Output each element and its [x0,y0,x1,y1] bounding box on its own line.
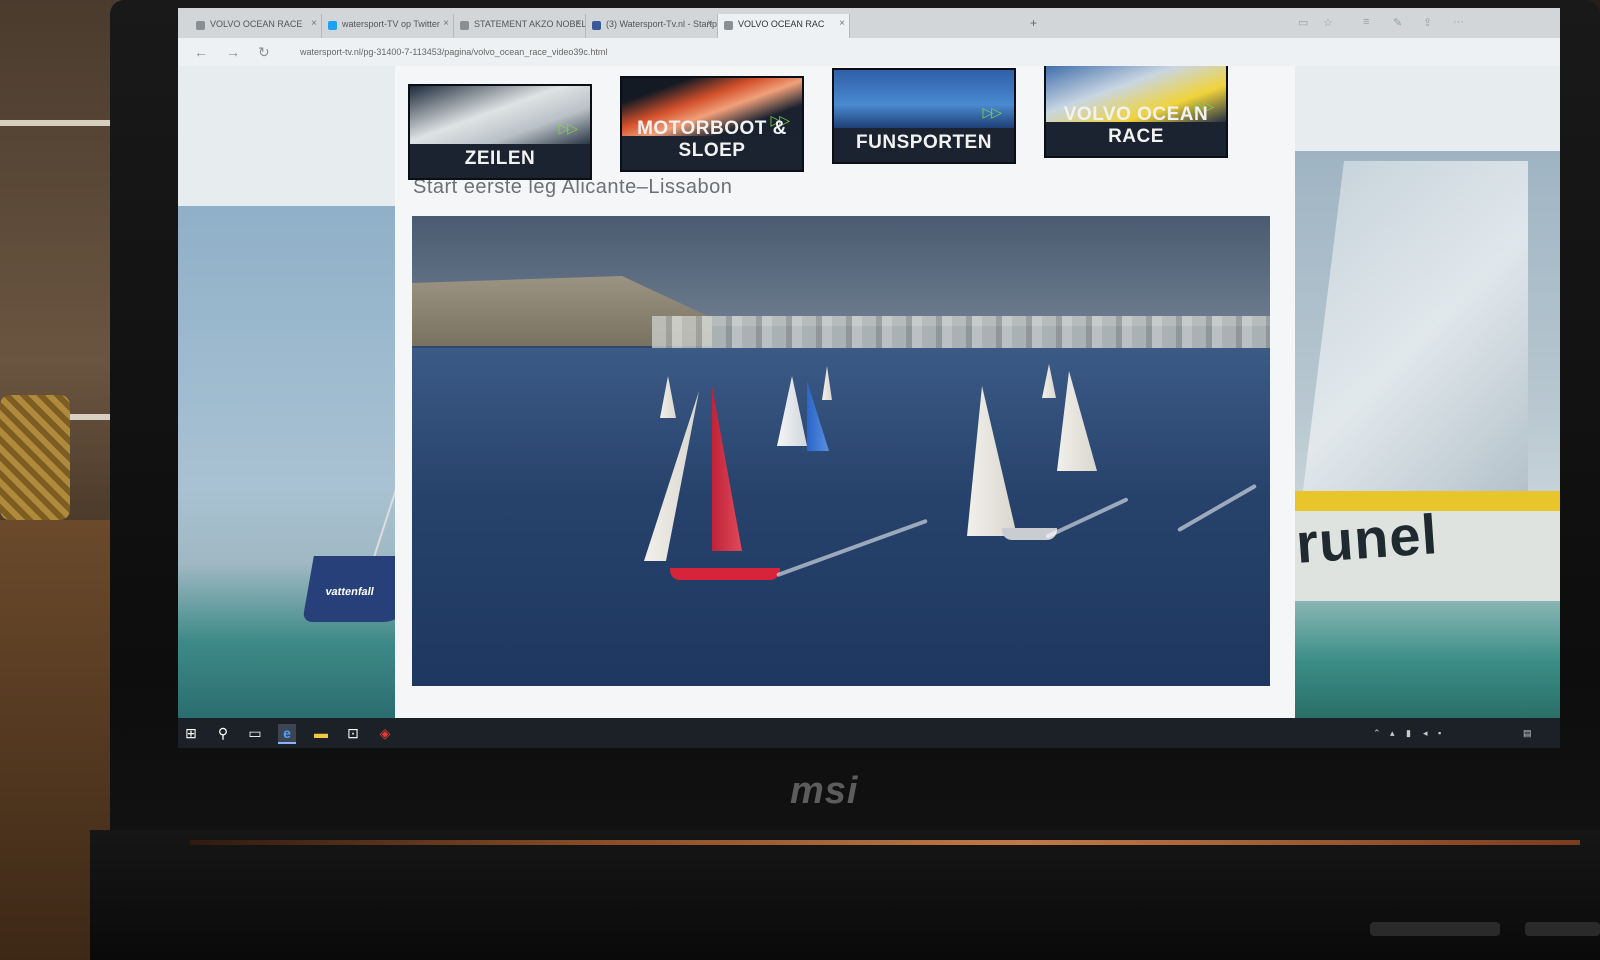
facebook-icon [592,21,601,30]
laptop-base [90,830,1600,960]
task-view-icon[interactable]: ▭ [246,724,264,742]
category-label: ZEILEN [464,148,536,169]
tab-label: VOLVO OCEAN RACE [210,19,303,29]
boat-hull [670,568,780,580]
web-page: vattenfall runel Start eerste leg Alican… [178,66,1560,718]
network-icon[interactable]: ▴ [1390,728,1395,739]
web-note-icon[interactable]: ✎ [1393,16,1402,29]
browser-tab[interactable]: VOLVO OCEAN RACE × [190,14,322,38]
close-icon[interactable]: × [443,18,449,29]
video-city-skyline [652,316,1270,351]
tab-favicon-icon [196,21,205,30]
file-explorer-icon[interactable]: ▬ [312,724,330,742]
close-icon[interactable]: × [839,18,845,29]
laptop-hinge-button [1525,922,1600,936]
reading-view-icon[interactable]: ▭ [1298,16,1308,29]
category-tile-funsporten[interactable]: ▷▷ FUNSPORTEN [832,68,1016,164]
tab-label: watersport-TV op Twitter [342,19,440,29]
background-boat-text: vattenfall [324,586,375,598]
url-field[interactable]: watersport-tv.nl/pg-31400-7-113453/pagin… [300,47,607,57]
tab-favicon-icon [460,21,469,30]
notification-icon[interactable]: ▤ [1523,728,1532,739]
tab-label: (3) Watersport-Tv.nl - Startp [606,19,718,29]
new-tab-button[interactable]: + [1030,16,1037,30]
play-arrows-icon: ▷▷ [558,120,577,136]
chevron-up-icon[interactable]: ⌃ [1373,728,1381,739]
close-icon[interactable]: × [575,18,581,29]
laptop-brand-logo: msi [790,770,859,812]
refresh-icon[interactable]: ↻ [258,44,270,61]
search-icon[interactable]: ⚲ [214,724,232,742]
room-basket [0,395,70,520]
category-tile-volvo-ocean-race[interactable]: ▷▷ VOLVO OCEAN RACE [1044,66,1228,158]
video-sea [412,348,1270,686]
mcafee-icon[interactable]: ◈ [376,724,394,742]
battery-icon[interactable]: ▮ [1406,728,1411,739]
laptop-accent-stripe [190,840,1580,845]
twitter-icon [328,21,337,30]
category-label: VOLVO OCEAN RACE [1063,104,1209,147]
room-shelf [0,120,120,420]
browser-tab[interactable]: watersport-TV op Twitter × [322,14,454,38]
back-arrow-icon[interactable]: ← [194,44,208,60]
browser-tab[interactable]: (3) Watersport-Tv.nl - Startp × [586,14,718,38]
more-icon[interactable]: ··· [1453,16,1464,28]
store-icon[interactable]: ⊡ [344,724,362,742]
forward-arrow-icon[interactable]: → [226,44,240,60]
background-sponsor-text: runel [1293,502,1440,575]
category-tile-zeilen[interactable]: ▷▷ ZEILEN [408,84,592,180]
volume-icon[interactable]: ◂ [1423,728,1428,739]
windows-icon[interactable]: ⊞ [182,724,200,742]
background-image-left [178,206,408,718]
tab-label: VOLVO OCEAN RAC [738,19,825,29]
category-tile-motorboot[interactable]: ▷▷ MOTORBOOT & SLOEP [620,76,804,172]
category-label: FUNSPORTEN [856,132,992,153]
language-icon[interactable]: ▪ [1438,728,1441,738]
video-player[interactable] [412,216,1270,686]
category-label: MOTORBOOT & SLOEP [637,118,787,161]
close-icon[interactable]: × [311,18,317,29]
category-nav: ▷▷ ZEILEN ▷▷ MOTORBOOT & SLOEP ▷▷ FUNSPO… [178,66,1560,186]
laptop-hinge-button [1370,922,1500,936]
audio-playing-icon [724,21,733,30]
browser-tab[interactable]: STATEMENT AKZO NOBEL × [454,14,586,38]
browser-address-bar: ← → ↻ watersport-tv.nl/pg-31400-7-113453… [178,38,1560,66]
hub-icon[interactable]: ≡ [1363,16,1369,28]
windows-taskbar: ⊞ ⚲ ▭ e ▬ ⊡ ◈ ⌃ ▴ ▮ ◂ ▪ ▤ [178,718,1560,748]
play-arrows-icon: ▷▷ [982,104,1001,120]
browser-tab-active[interactable]: VOLVO OCEAN RAC × [718,14,850,38]
tab-label: STATEMENT AKZO NOBEL [474,19,586,29]
edge-icon[interactable]: e [278,724,296,744]
favorite-star-icon[interactable]: ☆ [1323,16,1333,29]
close-icon[interactable]: × [707,18,713,29]
browser-tab-bar: VOLVO OCEAN RACE × watersport-TV op Twit… [178,8,1560,38]
share-icon[interactable]: ⇪ [1423,16,1432,29]
laptop-screen: VOLVO OCEAN RACE × watersport-TV op Twit… [178,8,1560,748]
